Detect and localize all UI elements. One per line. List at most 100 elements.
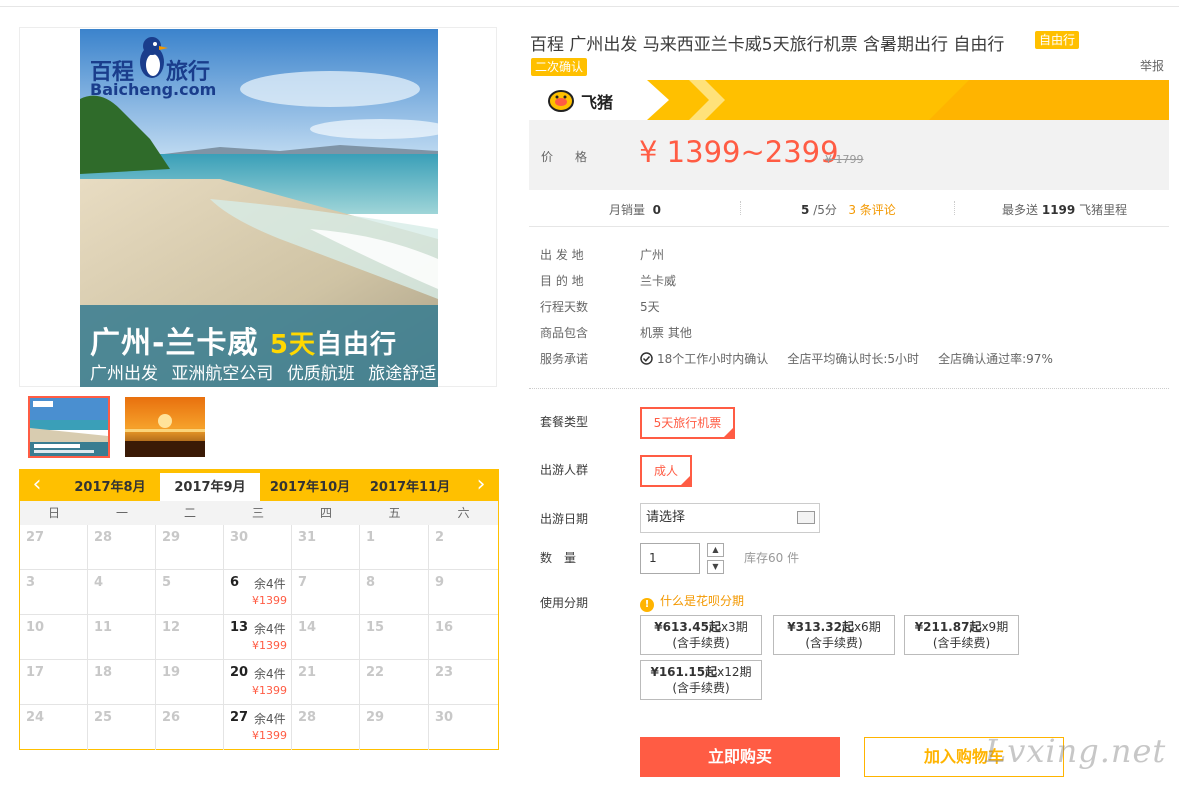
attr-value: 广州	[640, 248, 665, 262]
installment-note: (含手续费)	[805, 636, 863, 650]
calendar-weekday: 二	[183, 506, 196, 520]
points-value: 1199	[1041, 203, 1076, 217]
date-picker-input[interactable]: 请选择	[640, 503, 820, 533]
calendar-day-number: 27	[26, 530, 45, 545]
calendar-day-available[interactable]: 6 余4件 ¥1399	[224, 570, 292, 615]
departure-calendar: ‹ 2017年8月 2017年9月 2017年10月 2017年11月 › 日 一…	[19, 469, 499, 750]
calendar-day-number: 22	[366, 665, 385, 680]
package-option-selected[interactable]: 5天旅行机票	[640, 407, 735, 439]
date-placeholder: 请选择	[646, 510, 686, 525]
service-item: 全店平均确认时长:5小时	[787, 352, 920, 366]
site-watermark: Lvxing.net	[985, 732, 1167, 770]
calendar-month-tab[interactable]: 2017年11月	[360, 473, 460, 501]
attr-value: 兰卡威	[640, 274, 677, 288]
product-title: 百程 广州出发 马来西亚兰卡威5天旅行机票 含暑期出行 自由行	[530, 30, 1004, 55]
calendar-weekday-row: 日一二三四五六	[20, 501, 498, 525]
calendar-day-available[interactable]: 27 余4件 ¥1399	[224, 705, 292, 750]
calendar-day-number: 20	[230, 665, 249, 680]
calendar-day-number: 4	[94, 575, 104, 590]
buy-now-button[interactable]: 立即购买	[640, 737, 840, 777]
hero-tagline-1: 广州出发	[90, 364, 158, 384]
installment-option-3[interactable]: ¥613.45起x3期 (含手续费)	[640, 615, 762, 655]
report-link[interactable]: 举报	[1140, 57, 1164, 74]
reviews-link[interactable]: 3 条评论	[848, 203, 895, 217]
calendar-day-number: 15	[366, 620, 385, 635]
hero-headline: 广州-兰卡威 5天自由行	[90, 318, 397, 362]
calendar-day-number: 3	[26, 575, 36, 590]
calendar-month-tab[interactable]: 2017年10月	[260, 473, 360, 501]
calendar-day: 22	[360, 660, 429, 705]
free-travel-badge: 自由行	[1035, 31, 1080, 49]
calendar-day: 9	[429, 570, 498, 615]
calendar-day: 29	[156, 525, 224, 570]
brand-banner	[529, 80, 1169, 120]
calendar-day: 4	[88, 570, 156, 615]
calendar-day-number: 2	[435, 530, 445, 545]
fliggy-logo-icon	[548, 90, 574, 112]
attr-key: 出 发 地	[540, 248, 584, 262]
calendar-day: 17	[20, 660, 88, 705]
calendar-day-number: 24	[26, 710, 45, 725]
points-suffix: 飞猪里程	[1079, 203, 1128, 217]
rating-value: 5	[801, 203, 810, 217]
calendar-day: 30	[429, 705, 498, 750]
calendar-day-available[interactable]: 13 余4件 ¥1399	[224, 615, 292, 660]
attr-key: 行程天数	[540, 300, 589, 314]
hero-headline-route: 广州-兰卡威	[90, 326, 259, 361]
installment-option-9[interactable]: ¥211.87起x9期 (含手续费)	[904, 615, 1019, 655]
crowd-option-selected[interactable]: 成人	[640, 455, 692, 487]
calendar-day: 28	[292, 705, 360, 750]
calendar-day-stock: 余4件	[254, 667, 286, 681]
thumbnail-beach-image	[30, 398, 108, 456]
thumbnail-beach[interactable]	[28, 396, 110, 458]
top-divider	[0, 6, 1179, 7]
calendar-day: 30	[224, 525, 292, 570]
calendar-day: 31	[292, 525, 360, 570]
huabei-help-text: 什么是花呗分期	[660, 594, 745, 608]
calendar-day: 21	[292, 660, 360, 705]
calendar-day-number: 14	[298, 620, 317, 635]
calendar-day-number: 5	[162, 575, 172, 590]
service-item: 18个工作小时内确认	[657, 352, 769, 366]
calendar-day-number: 7	[298, 575, 308, 590]
brand-name: 飞猪	[581, 93, 614, 112]
installment-note: (含手续费)	[672, 681, 730, 695]
calendar-day-number: 17	[26, 665, 45, 680]
quantity-label: 数 量	[540, 551, 577, 565]
main-product-image[interactable]: 百程 旅行 Baicheng.com 广州-兰卡威 5天自由行 广州出发 亚洲航空…	[80, 29, 438, 387]
rating-suffix: /5分	[813, 203, 837, 217]
quantity-decrease-icon[interactable]: ▼	[707, 560, 724, 574]
calendar-day-number: 8	[366, 575, 376, 590]
calendar-day: 11	[88, 615, 156, 660]
installment-option-6[interactable]: ¥313.32起x6期 (含手续费)	[773, 615, 895, 655]
calendar-day-available[interactable]: 20 余4件 ¥1399	[224, 660, 292, 705]
date-label: 出游日期	[540, 512, 589, 526]
calendar-prev-icon[interactable]: ‹	[22, 470, 52, 501]
quantity-input[interactable]: 1	[640, 543, 700, 574]
calendar-day: 5	[156, 570, 224, 615]
huabei-help-link[interactable]: ! 什么是花呗分期	[640, 592, 744, 612]
quantity-increase-icon[interactable]: ▲	[707, 543, 724, 557]
hero-headline-type: 自由行	[316, 330, 398, 360]
calendar-month-tab[interactable]: 2017年8月	[60, 473, 160, 501]
logo-en-text: Baicheng.com	[90, 80, 217, 99]
calendar-icon	[797, 511, 815, 524]
installment-note: (含手续费)	[672, 636, 730, 650]
calendar-month-tab-active[interactable]: 2017年9月	[160, 473, 260, 501]
thumbnail-sunset[interactable]	[124, 396, 206, 458]
calendar-day-number: 10	[26, 620, 45, 635]
calendar-day: 28	[88, 525, 156, 570]
installment-periods: x3期	[720, 620, 748, 634]
calendar-grid: 27 28 29 30 31 1 2 3 4 5 6 余4件 ¥1399 7 8 9 10 11 12 13 余4件 ¥1…	[20, 525, 498, 750]
calendar-weekday: 一	[115, 506, 128, 520]
calendar-day-number: 25	[94, 710, 113, 725]
attr-value: 5天	[640, 300, 660, 314]
calendar-next-icon[interactable]: ›	[466, 470, 496, 501]
calendar-weekday: 三	[251, 506, 264, 520]
installment-option-12[interactable]: ¥161.15起x12期 (含手续费)	[640, 660, 762, 700]
calendar-day-price: ¥1399	[252, 684, 287, 697]
points-prefix: 最多送	[1002, 203, 1039, 217]
calendar-weekday: 四	[319, 506, 332, 520]
calendar-day: 26	[156, 705, 224, 750]
price-range: ¥ 1399~2399	[639, 135, 839, 169]
